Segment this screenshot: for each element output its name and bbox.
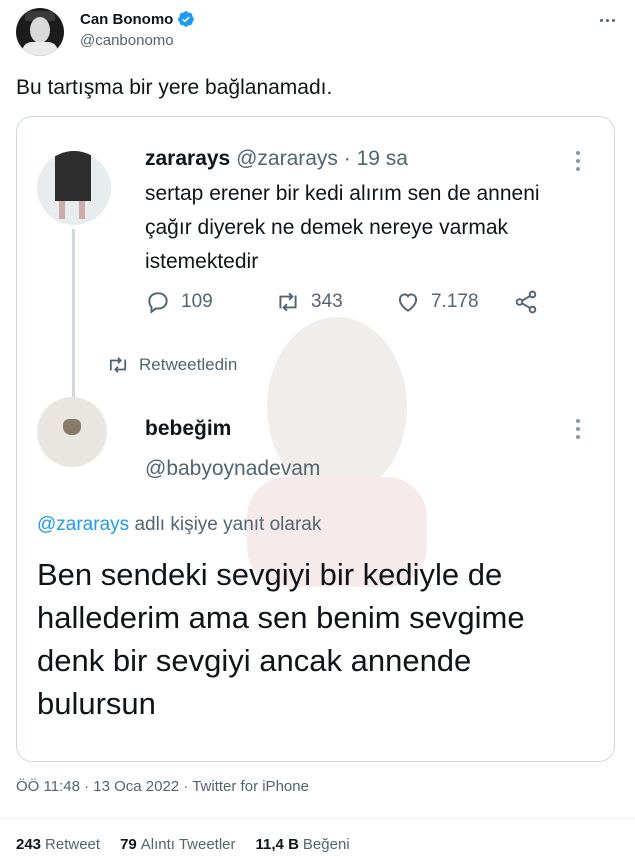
like-stat-count: 11,4 B [255,836,299,853]
retweeted-label: Retweetledin [139,355,238,374]
like-stat[interactable]: 11,4 B Beğeni [256,836,350,853]
quoted-tweet-actions: 109 343 7.178 [145,289,565,319]
retweeted-indicator: Retweetledin [107,355,237,375]
retweet-stat-count: 243 [16,836,42,853]
quoted-user-handle[interactable]: @zararays [236,147,338,170]
reply-icon [148,292,168,314]
quote-stat-count: 79 [120,836,137,853]
quoted-tweet-time: · 19 sa [343,147,408,170]
quoted-tweet-text: sertap erener bir kedi alırım sen de ann… [145,182,540,273]
retweet-icon [279,292,297,312]
verified-badge-icon [178,11,195,27]
retweet-stat[interactable]: 243 Retweet [16,836,100,853]
retweet-small-icon [109,357,127,373]
reply-context: @zararays adlı kişiye yanıt olarak [37,514,321,536]
divider [0,818,635,819]
quoted-user-avatar[interactable] [37,151,111,225]
author-name-line[interactable]: Can Bonomo [80,10,195,28]
heart-icon [398,293,418,312]
more-options-icon[interactable] [595,10,619,30]
quoted-user-name[interactable]: zararays [145,147,230,170]
reply-user-handle[interactable]: @babyoynadevam [145,457,320,481]
reply-user-name[interactable]: bebeğim [145,417,231,441]
reply-context-suffix: adlı kişiye yanıt olarak [134,514,322,535]
like-action[interactable]: 7.178 [395,289,479,315]
tweet-stats: 243 Retweet 79 Alıntı Tweetler 11,4 B Beğen… [16,836,350,853]
reply-more-icon[interactable] [575,419,581,439]
embedded-tweet-image[interactable]: zararays @zararays · 19 sa sertap erener… [16,116,615,762]
quote-stat-label: Alıntı Tweetler [140,836,236,853]
quoted-tweet-header: zararays @zararays · 19 sa [145,147,408,171]
retweet-action[interactable]: 343 [275,289,343,315]
reply-mention-link[interactable]: @zararays [37,514,129,535]
retweet-count: 343 [311,291,343,312]
reply-count: 109 [181,291,213,312]
tweet-header: Can Bonomo @canbonomo [16,6,619,58]
author-handle[interactable]: @canbonomo [80,32,174,49]
like-stat-label: Beğeni [302,836,350,853]
retweet-stat-label: Retweet [45,836,101,853]
quote-stat[interactable]: 79 Alıntı Tweetler [120,836,235,853]
share-icon [515,290,537,314]
tweet-meta[interactable]: ÖÖ 11:48 · 13 Oca 2022 · Twitter for iPh… [16,778,309,795]
author-avatar[interactable] [16,8,64,56]
quoted-more-icon[interactable] [575,151,581,171]
share-action[interactable] [513,289,539,315]
like-count: 7.178 [431,291,479,312]
reply-tweet-text: Ben sendeki sevgiyi bir kediyle de halle… [37,557,525,721]
reply-user-avatar[interactable] [37,397,107,467]
author-display-name[interactable]: Can Bonomo [80,11,173,28]
reply-action[interactable]: 109 [145,289,213,315]
background-artwork [247,317,427,587]
tweet-text: Bu tartışma bir yere bağlanamadı. [16,76,333,99]
